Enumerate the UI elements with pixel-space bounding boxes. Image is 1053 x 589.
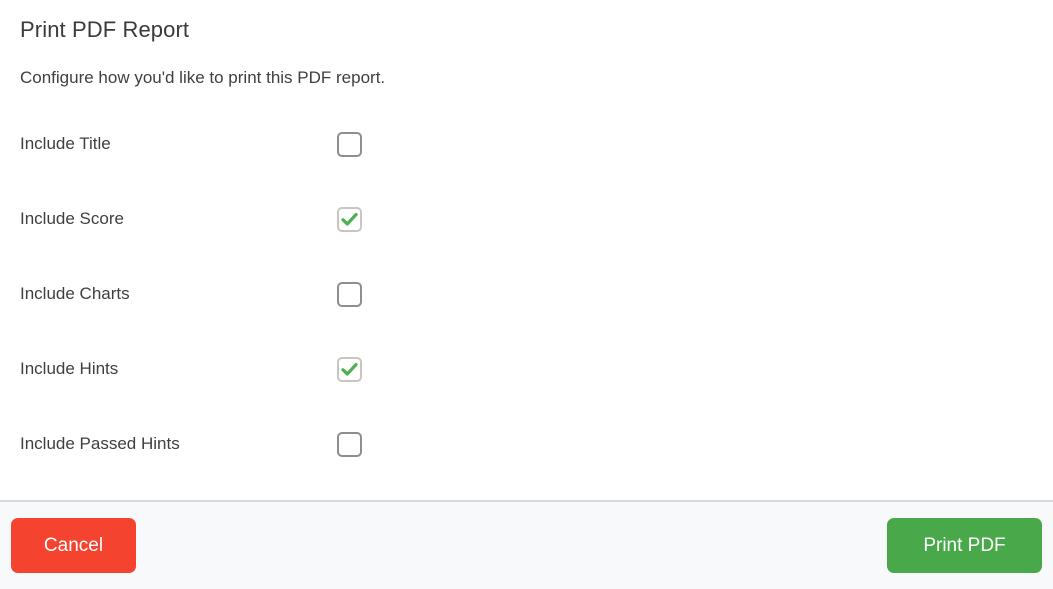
option-row-include-passed-hints[interactable]: Include Passed Hints [20,424,1033,464]
checkbox-include-title[interactable] [337,131,362,157]
option-label-include-score: Include Score [20,209,124,228]
option-label-include-charts: Include Charts [20,284,130,303]
option-row-include-hints[interactable]: Include Hints [20,349,1033,389]
check-icon [341,362,358,376]
check-icon [341,212,358,226]
cancel-button[interactable]: Cancel [11,518,136,573]
dialog-subtitle: Configure how you'd like to print this P… [20,68,386,87]
checkbox-include-charts[interactable] [337,281,362,307]
print-pdf-button[interactable]: Print PDF [887,518,1042,573]
option-row-include-charts[interactable]: Include Charts [20,274,1033,314]
option-label-include-passed-hints: Include Passed Hints [20,434,180,453]
print-pdf-report-dialog: Print PDF Report Configure how you'd lik… [0,0,1053,589]
dialog-footer: Cancel Print PDF [0,500,1053,589]
page-title: Print PDF Report [20,17,190,42]
dialog-body: Print PDF Report Configure how you'd lik… [0,0,1053,500]
option-row-include-score[interactable]: Include Score [20,199,1033,239]
checkbox-include-passed-hints[interactable] [337,431,362,457]
checkbox-include-score[interactable] [337,206,362,232]
checkbox-include-hints[interactable] [337,356,362,382]
print-options-list: Include Title Include Score Include Char… [20,124,1033,464]
option-label-include-hints: Include Hints [20,359,119,378]
option-row-include-title[interactable]: Include Title [20,124,1033,164]
option-label-include-title: Include Title [20,134,111,153]
